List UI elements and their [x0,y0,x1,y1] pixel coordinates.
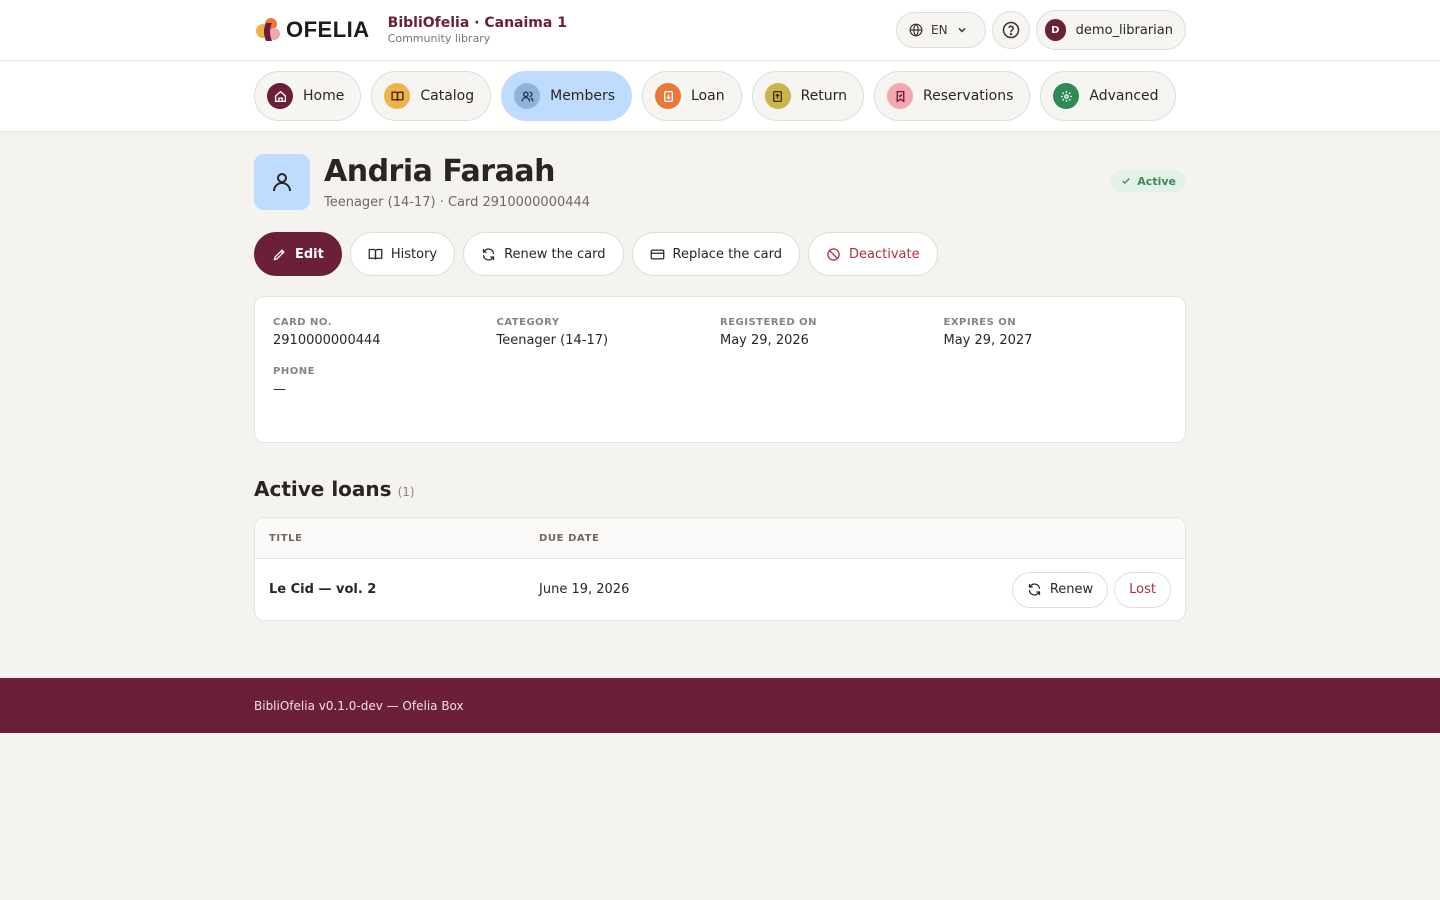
renew-loan-button[interactable]: Renew [1011,571,1109,608]
logo-mark-icon [254,15,284,45]
user-avatar: D [1045,19,1066,41]
book-open-icon [368,247,383,262]
table-row: Le Cid — vol. 2 June 19, 2026 Renew Lost [255,559,1185,620]
field-value: — [273,382,286,397]
refresh-icon [481,247,496,262]
member-details-card: Card no. 2910000000444 Category Teenager… [254,296,1186,443]
nav-item-catalog[interactable]: Catalog [371,71,492,121]
home-icon [267,83,293,109]
renew-card-label: Renew the card [504,246,606,262]
field-expires-on: Expires on May 29, 2027 [944,317,1168,348]
return-icon [764,83,791,109]
book-open-icon [384,83,411,109]
nav-label-loan: Loan [691,88,725,104]
brand-text: BibliOfelia · Canaima 1 Community librar… [388,15,567,45]
field-label: Expires on [943,317,1017,328]
field-category: Category Teenager (14-17) [497,317,721,348]
credit-card-icon [650,247,665,262]
globe-icon [909,23,923,37]
field-value: Teenager (14-17) [496,333,609,348]
replace-card-label: Replace the card [672,246,783,262]
gear-icon [1053,83,1080,109]
top-actions: EN D demo_librarian [896,10,1186,50]
nav-label-return: Return [800,88,848,104]
field-value: May 29, 2026 [720,333,809,348]
section-title: Active loans [254,477,392,501]
user-icon [270,170,294,194]
language-code: EN [931,23,948,37]
pencil-icon [272,247,287,262]
column-header-title[interactable]: Title [269,533,539,544]
loan-count: (1) [397,485,415,499]
user-menu[interactable]: D demo_librarian [1036,10,1186,50]
deactivate-label: Deactivate [849,246,920,262]
field-label: Category [496,317,560,328]
member-detail: Andria Faraah Teenager (14-17) · Card 29… [254,132,1186,621]
member-name: Andria Faraah [324,154,555,189]
language-selector[interactable]: EN [896,12,986,48]
bookmark-icon [887,83,914,109]
loan-title: Le Cid — vol. 2 [269,582,377,597]
edit-button[interactable]: Edit [254,232,342,276]
row-actions: Renew Lost [1011,571,1171,608]
field-phone: Phone — [273,366,497,397]
main-navigation: Home Catalog Members Loan Return Reserva… [0,61,1440,132]
field-card-no: Card no. 2910000000444 [273,317,497,348]
refresh-icon [1027,582,1042,597]
renew-card-button[interactable]: Renew the card [463,232,624,276]
logo: OFELIA [254,15,370,45]
footer: BibliOfelia v0.1.0-dev — Ofelia Box [0,678,1440,733]
nav-label-advanced: Advanced [1089,88,1159,104]
username: demo_librarian [1075,22,1173,38]
nav-label-home: Home [303,88,345,104]
member-header: Andria Faraah Teenager (14-17) · Card 29… [254,154,1186,210]
loan-due-date: June 19, 2026 [539,582,630,597]
status-badge: Active [1111,170,1186,192]
field-label: Card no. [273,317,333,328]
nav-item-return[interactable]: Return [751,71,865,121]
active-loans-heading: Active loans (1) [254,477,1186,501]
replace-card-button[interactable]: Replace the card [631,232,801,276]
loan-icon [655,83,681,109]
footer-text: BibliOfelia v0.1.0-dev — Ofelia Box [254,698,464,713]
nav-item-home[interactable]: Home [254,71,362,121]
nav-item-advanced[interactable]: Advanced [1040,71,1176,121]
users-icon [514,83,541,109]
logo-wordmark: OFELIA [286,17,370,42]
renew-label: Renew [1049,582,1094,597]
nav-label-members: Members [550,88,615,104]
status-label: Active [1137,174,1176,188]
edit-label: Edit [295,246,324,262]
nav-label-reservations: Reservations [923,88,1014,104]
active-loans-table: Title Due date Le Cid — vol. 2 June 19, … [254,517,1186,621]
member-actions: Edit History Renew the card Replace the … [254,232,1186,276]
field-registered-on: Registered on May 29, 2026 [720,317,944,348]
nav-item-members[interactable]: Members [501,71,632,121]
ban-icon [826,247,841,262]
field-label: Registered on [720,317,817,328]
nav-item-loan[interactable]: Loan [642,71,742,121]
lost-label: Lost [1129,582,1156,597]
history-button[interactable]: History [349,232,456,276]
field-value: May 29, 2027 [943,333,1033,348]
check-icon [1121,176,1131,186]
field-value: 2910000000444 [273,333,381,348]
field-label: Phone [273,366,315,377]
history-label: History [390,246,438,262]
help-button[interactable] [992,11,1030,49]
table-header: Title Due date [255,518,1185,559]
column-header-due-date[interactable]: Due date [539,533,839,544]
library-type: Community library [387,32,491,45]
deactivate-button[interactable]: Deactivate [808,232,938,276]
help-icon [1002,21,1020,39]
top-bar: OFELIA BibliOfelia · Canaima 1 Community… [0,0,1440,61]
member-avatar [254,154,310,210]
library-name: BibliOfelia · Canaima 1 [387,15,567,31]
nav-item-reservations[interactable]: Reservations [874,71,1031,121]
chevron-down-icon [956,24,968,36]
nav-label-catalog: Catalog [420,88,475,104]
brand[interactable]: OFELIA BibliOfelia · Canaima 1 Community… [254,15,567,45]
member-meta: Teenager (14-17) · Card 2910000000444 [324,195,591,210]
mark-lost-button[interactable]: Lost [1114,571,1171,608]
